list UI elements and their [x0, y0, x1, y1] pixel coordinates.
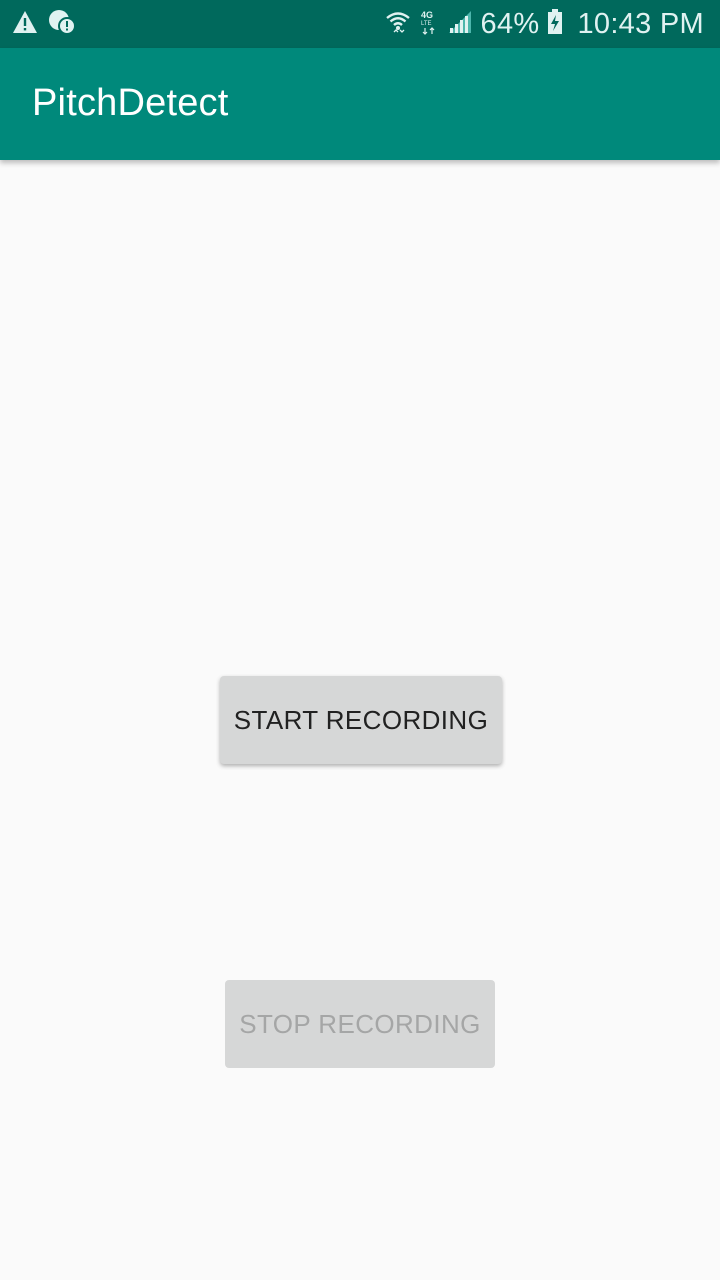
wifi-icon [385, 9, 411, 40]
start-recording-button[interactable]: START RECORDING [220, 676, 502, 764]
battery-percent: 64% [480, 7, 540, 40]
status-left-icons [12, 9, 76, 40]
clock: 10:43 PM [577, 7, 704, 40]
svg-text:4G: 4G [421, 10, 433, 20]
signal-icon [447, 9, 473, 40]
app-title: PitchDetect [32, 82, 229, 124]
lte-icon: 4G LTE [419, 9, 439, 40]
app-bar: PitchDetect [0, 48, 720, 160]
screen: 4G LTE 64% 10:43 PM PitchDetect START RE… [0, 0, 720, 1280]
status-right-icons: 4G LTE 64% 10:43 PM [385, 0, 704, 48]
status-bar: 4G LTE 64% 10:43 PM [0, 0, 720, 48]
battery-charging-icon [547, 8, 563, 40]
svg-text:LTE: LTE [421, 21, 432, 27]
warning-icon [12, 10, 38, 39]
alert-notification-icon [48, 9, 76, 40]
stop-recording-button[interactable]: STOP RECORDING [225, 980, 495, 1068]
